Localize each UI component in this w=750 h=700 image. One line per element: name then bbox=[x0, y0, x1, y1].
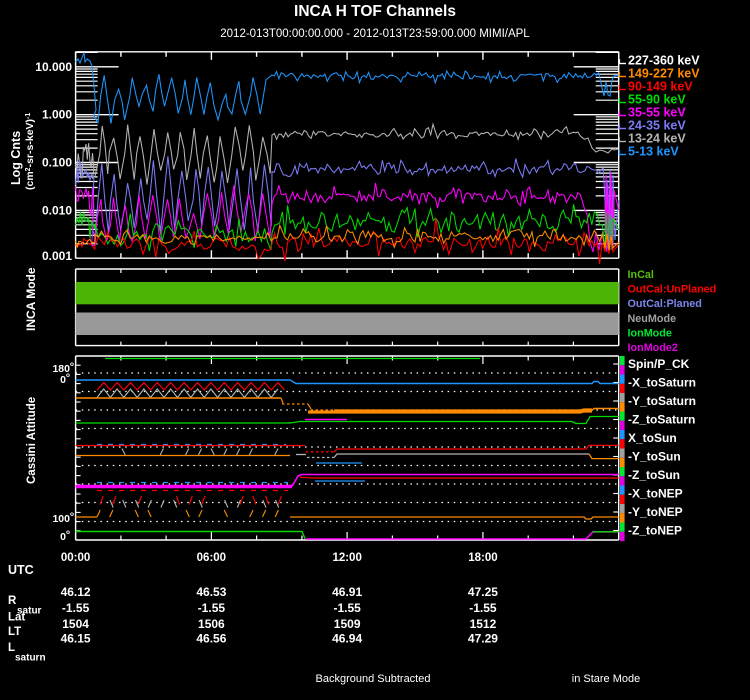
svg-text:12:00: 12:00 bbox=[332, 552, 361, 564]
svg-text:100: 100 bbox=[52, 513, 70, 525]
svg-text:06:00: 06:00 bbox=[197, 552, 226, 564]
svg-text:2012-013T00:00:00.000 - 2012-0: 2012-013T00:00:00.000 - 2012-013T23:59:0… bbox=[220, 28, 530, 40]
svg-text:o: o bbox=[66, 372, 70, 379]
svg-text:-Z_toSaturn: -Z_toSaturn bbox=[628, 413, 695, 427]
svg-text:-X_toNEP: -X_toNEP bbox=[628, 487, 683, 501]
svg-text:1512: 1512 bbox=[470, 617, 497, 631]
svg-text:149-227 keV: 149-227 keV bbox=[628, 67, 700, 81]
svg-text:-Z_toNEP: -Z_toNEP bbox=[628, 524, 682, 538]
svg-text:24-35 keV: 24-35 keV bbox=[628, 119, 686, 133]
svg-text:o: o bbox=[66, 529, 70, 536]
svg-text:LT: LT bbox=[8, 626, 21, 638]
svg-text:OutCal:Planed: OutCal:Planed bbox=[628, 298, 702, 310]
svg-text:o: o bbox=[70, 511, 74, 518]
svg-text:INCA H TOF Channels: INCA H TOF Channels bbox=[294, 3, 456, 20]
svg-text:18:00: 18:00 bbox=[468, 552, 497, 564]
svg-text:46.91: 46.91 bbox=[332, 585, 362, 599]
svg-text:55-90 keV: 55-90 keV bbox=[628, 93, 686, 107]
svg-text:90-149 keV: 90-149 keV bbox=[628, 80, 693, 94]
svg-text:0.010: 0.010 bbox=[42, 203, 72, 217]
svg-text:47.25: 47.25 bbox=[468, 585, 498, 599]
svg-text:5-13 keV: 5-13 keV bbox=[628, 145, 679, 159]
svg-text:Lat: Lat bbox=[8, 612, 25, 624]
svg-text:1506: 1506 bbox=[198, 617, 225, 631]
svg-text:Cassini Attitude: Cassini Attitude bbox=[26, 397, 38, 484]
svg-text:IonMode: IonMode bbox=[628, 327, 672, 339]
svg-text:Background Subtracted: Background Subtracted bbox=[316, 673, 431, 685]
svg-text:in Stare Mode: in Stare Mode bbox=[572, 673, 640, 685]
svg-text:35-55 keV: 35-55 keV bbox=[628, 106, 686, 120]
svg-text:Log Cnts: Log Cnts bbox=[9, 131, 23, 185]
svg-text:46.56: 46.56 bbox=[196, 632, 226, 646]
svg-text:46.12: 46.12 bbox=[61, 585, 91, 599]
svg-text:1.000: 1.000 bbox=[42, 108, 72, 122]
svg-text:Spin/P_CK: Spin/P_CK bbox=[628, 357, 690, 371]
svg-text:227-360 keV: 227-360 keV bbox=[628, 54, 700, 68]
svg-text:R: R bbox=[8, 595, 17, 607]
svg-text:InCal: InCal bbox=[628, 269, 654, 281]
svg-text:L: L bbox=[8, 642, 15, 654]
svg-text:IonMode2: IonMode2 bbox=[628, 342, 678, 354]
svg-text:-X_toSaturn: -X_toSaturn bbox=[628, 376, 696, 390]
svg-text:47.29: 47.29 bbox=[468, 632, 498, 646]
svg-text:-1.55: -1.55 bbox=[62, 601, 90, 615]
svg-text:o: o bbox=[70, 361, 74, 368]
svg-text:1504: 1504 bbox=[62, 617, 89, 631]
svg-text:-1.55: -1.55 bbox=[469, 601, 497, 615]
svg-text:10.000: 10.000 bbox=[35, 60, 72, 74]
svg-text:-1.55: -1.55 bbox=[198, 601, 226, 615]
svg-text:46.53: 46.53 bbox=[196, 585, 226, 599]
svg-text:NeuMode: NeuMode bbox=[628, 313, 677, 325]
svg-text:saturn: saturn bbox=[15, 653, 46, 664]
svg-text:13-24 keV: 13-24 keV bbox=[628, 132, 686, 146]
svg-text:X_toSun: X_toSun bbox=[628, 431, 677, 445]
svg-text:46.15: 46.15 bbox=[61, 632, 91, 646]
svg-text:0.001: 0.001 bbox=[42, 249, 72, 263]
svg-text:-Y_toSun: -Y_toSun bbox=[628, 450, 681, 464]
svg-text:-Y_toNEP: -Y_toNEP bbox=[628, 505, 683, 519]
svg-text:00:00: 00:00 bbox=[61, 552, 90, 564]
svg-text:OutCal:UnPlaned: OutCal:UnPlaned bbox=[628, 284, 717, 296]
svg-text:0.100: 0.100 bbox=[42, 156, 72, 170]
svg-text:-1.55: -1.55 bbox=[333, 601, 361, 615]
svg-text:1509: 1509 bbox=[334, 617, 361, 631]
svg-text:UTC: UTC bbox=[8, 563, 34, 577]
svg-text:-Z_toSun: -Z_toSun bbox=[628, 468, 680, 482]
svg-text:INCA Mode: INCA Mode bbox=[24, 267, 38, 331]
svg-text:-Y_toSaturn: -Y_toSaturn bbox=[628, 394, 696, 408]
svg-text:46.94: 46.94 bbox=[332, 632, 362, 646]
svg-text:(cm2-sr-s-keV)-1: (cm2-sr-s-keV)-1 bbox=[24, 113, 36, 190]
